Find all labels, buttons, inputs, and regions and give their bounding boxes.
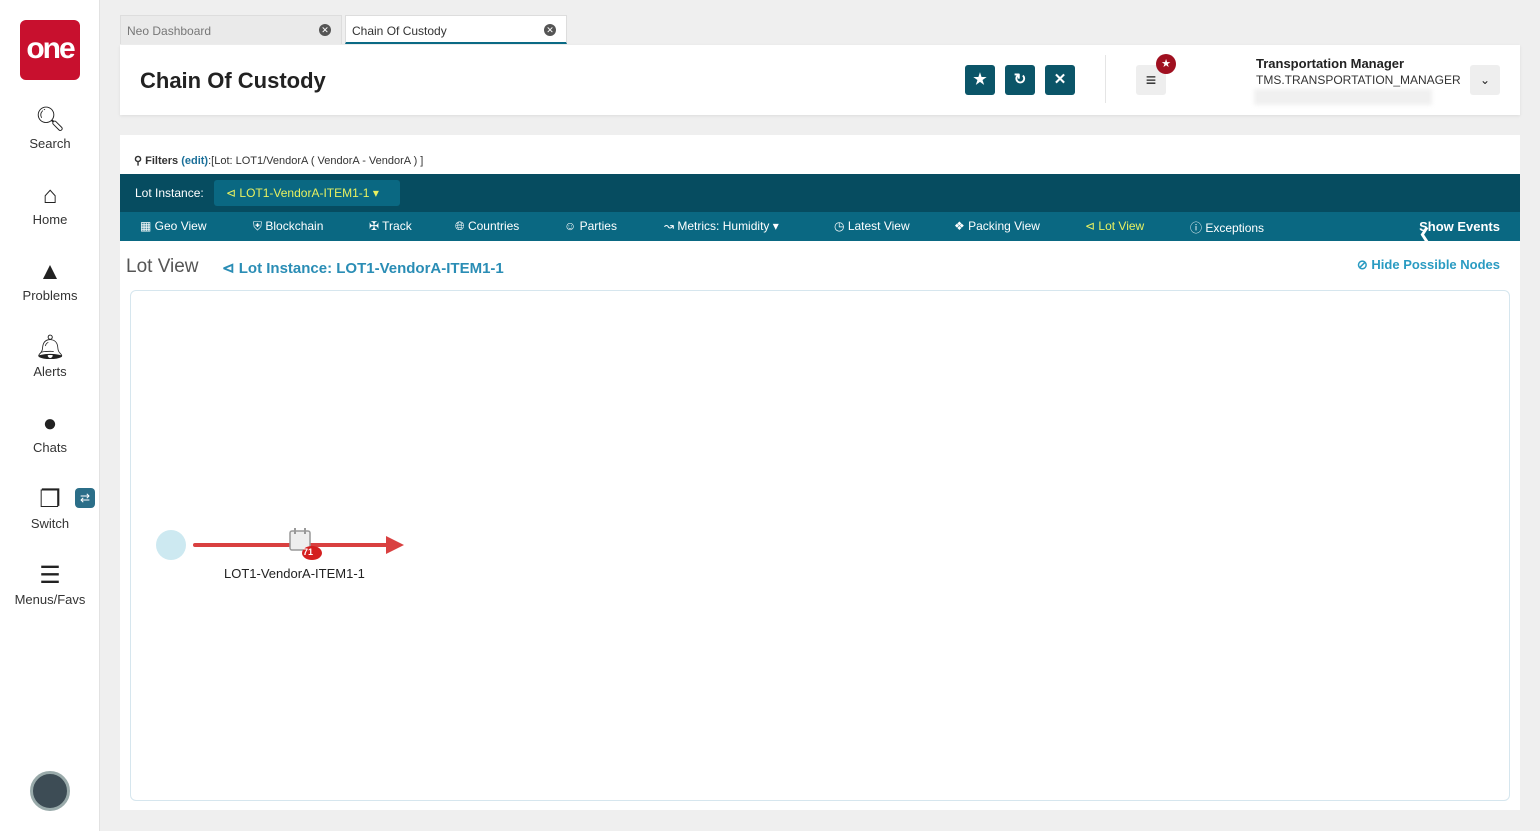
favorite-button[interactable]: ★ <box>965 65 995 95</box>
lot-instance-label: Lot Instance: <box>135 186 204 200</box>
content-card: ⚲ Filters (edit):[Lot: LOT1/VendorA ( Ve… <box>120 135 1520 810</box>
page-title: Chain Of Custody <box>140 68 326 93</box>
filters-edit-link[interactable]: (edit) <box>181 155 208 167</box>
arrow-head <box>386 536 404 554</box>
chevron-down-icon: ⌄ <box>1479 73 1491 87</box>
nav-blockchain[interactable]: ⛨ Blockchain <box>253 219 323 234</box>
sidebar-item-problems[interactable]: ▲ Problems <box>0 258 100 303</box>
page-header: Chain Of Custody ★ ↻ ✕ ≡ ★ Transportatio… <box>120 45 1520 115</box>
close-tab-icon[interactable]: ✕ <box>544 24 556 36</box>
chevron-left-icon: ❮ <box>1419 226 1430 241</box>
nav-countries[interactable]: 🌐︎ Countries <box>455 219 519 234</box>
bell-icon: 🔔︎ <box>34 334 66 361</box>
view-nav: ▦ Geo View ⛨ Blockchain ✠ Track 🌐︎ Count… <box>120 212 1520 241</box>
event-count-badge: 71 <box>303 547 314 557</box>
share-nodes-icon: ⊲ <box>226 186 237 200</box>
tab-chain-of-custody[interactable]: Chain Of Custody ✕ <box>345 15 567 44</box>
sidebar-item-alerts[interactable]: 🔔︎ Alerts <box>0 334 100 379</box>
filters-line: ⚲ Filters (edit):[Lot: LOT1/VendorA ( Ve… <box>134 155 424 167</box>
graph-node[interactable] <box>156 530 186 560</box>
user-name: Transportation Manager <box>1256 56 1405 71</box>
view-title: Lot View <box>126 256 199 277</box>
avatar[interactable] <box>30 771 70 811</box>
nav-metrics-humidity[interactable]: ↝ Metrics: Humidity ▾ <box>664 219 779 233</box>
menu-icon: ☰ <box>39 562 61 589</box>
lot-graph: 71 LOT1-VendorA-ITEM1-1 <box>130 290 1510 801</box>
close-tab-icon[interactable]: ✕ <box>319 24 331 36</box>
search-icon: ⚲ <box>134 155 143 167</box>
graph-canvas <box>156 528 404 560</box>
nav-exceptions[interactable]: ⓘ Exceptions <box>1190 219 1264 236</box>
hamburger-icon: ≡ <box>1145 70 1157 90</box>
sidebar: one 🔍︎ Search ⌂ Home ▲ Problems 🔔︎ Alerts ● C… <box>0 0 100 831</box>
lot-instance-select[interactable]: ⊲ LOT1-VendorA-ITEM1-1 ▾ <box>214 180 400 206</box>
eye-slash-icon: ⊘ <box>1356 257 1368 272</box>
user-role: TMS.TRANSPORTATION_MANAGER <box>1256 73 1461 87</box>
nav-latest-view[interactable]: ◷ Latest View <box>834 219 910 233</box>
sidebar-item-chats[interactable]: ● Chats <box>0 410 100 455</box>
star-icon: ★ <box>973 71 987 88</box>
app-logo[interactable]: one <box>20 20 80 80</box>
node-label: LOT1-VendorA-ITEM1-1 <box>224 566 365 581</box>
show-events-button[interactable]: ❮ Show Events <box>1419 219 1500 241</box>
lot-instance-heading: ⊲ Lot Instance: LOT1-VendorA-ITEM1-1 <box>222 260 504 277</box>
nav-parties[interactable]: ☺ Parties <box>564 219 617 233</box>
sidebar-item-search[interactable]: 🔍︎ Search <box>0 106 100 151</box>
star-badge-icon: ★ <box>1156 54 1176 74</box>
nav-lot-view[interactable]: ⊲ Lot View <box>1085 219 1144 233</box>
switch-badge-icon[interactable]: ⇄ <box>75 488 95 508</box>
nav-track[interactable]: ✠ Track <box>369 219 412 233</box>
user-dropdown-button[interactable]: ⌄ <box>1470 65 1500 95</box>
refresh-icon: ↻ <box>1013 71 1027 88</box>
nav-geo-view[interactable]: ▦ Geo View <box>140 219 206 233</box>
lot-instance-bar: Lot Instance: ⊲ LOT1-VendorA-ITEM1-1 ▾ <box>120 174 1520 212</box>
nav-packing-view[interactable]: ❖ Packing View <box>954 219 1040 233</box>
close-icon: ✕ <box>1053 71 1067 88</box>
sidebar-item-home[interactable]: ⌂ Home <box>0 182 100 227</box>
tab-neo-dashboard[interactable]: Neo Dashboard ✕ <box>120 15 342 44</box>
divider <box>1105 55 1106 103</box>
warning-icon: ▲ <box>38 258 62 285</box>
search-icon: 🔍︎ <box>34 106 66 133</box>
refresh-button[interactable]: ↻ <box>1005 65 1035 95</box>
user-info-blurred <box>1254 89 1432 105</box>
share-nodes-icon: ⊲ <box>222 260 235 277</box>
home-icon: ⌂ <box>42 182 58 209</box>
caret-down-icon: ▾ <box>372 186 379 200</box>
hide-possible-nodes-button[interactable]: ⊘ Hide Possible Nodes <box>1357 257 1500 273</box>
sidebar-item-menus-favs[interactable]: ☰ Menus/Favs <box>0 562 100 607</box>
close-button[interactable]: ✕ <box>1045 65 1075 95</box>
chat-icon: ● <box>42 410 58 437</box>
